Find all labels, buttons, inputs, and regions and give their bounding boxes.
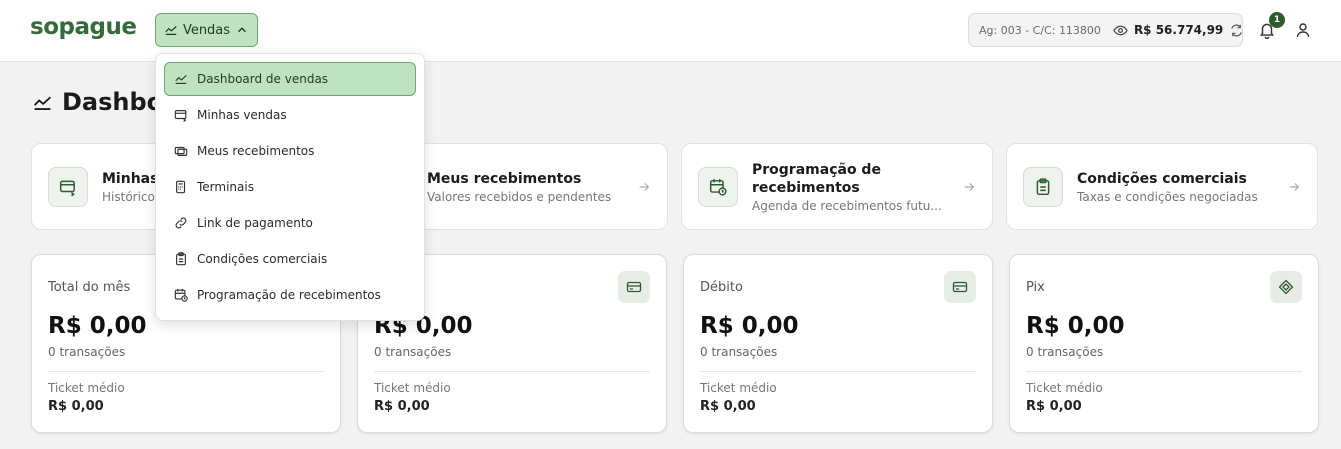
credit-card-icon — [618, 271, 650, 303]
menu-item-label: Terminais — [197, 180, 254, 194]
menu-item-programacao-recebimentos[interactable]: Programação de recebimentos — [164, 278, 416, 312]
divider — [48, 371, 324, 372]
chart-line-icon — [165, 26, 177, 35]
stat-count: 0 transações — [1026, 345, 1104, 359]
stat-label: Débito — [700, 280, 743, 295]
refresh-icon[interactable] — [1229, 23, 1244, 38]
account-info: Ag: 003 - C/C: 113800 — [979, 23, 1101, 37]
card-arrow-icon — [174, 110, 187, 122]
stat-card-debito: Débito R$ 0,00 0 transações Ticket médio… — [683, 254, 993, 433]
nav-card-subtitle: Agenda de recebimentos futu... — [752, 198, 942, 213]
stat-label: Total do mês — [48, 280, 131, 295]
nav-card-title: Condições comerciais — [1077, 170, 1247, 187]
vendas-dropdown-menu: Dashboard de vendas Minhas vendas Meus r… — [155, 53, 425, 321]
nav-card-title: Meus recebimentos — [427, 170, 582, 187]
ticket-value: R$ 0,00 — [700, 399, 756, 414]
chevron-up-icon — [238, 27, 247, 33]
page-title-text: Dashbo — [62, 88, 164, 116]
ticket-label: Ticket médio — [48, 381, 125, 395]
ticket-value: R$ 0,00 — [374, 399, 430, 414]
menu-item-label: Dashboard de vendas — [197, 72, 329, 86]
menu-item-label: Minhas vendas — [197, 108, 287, 122]
clipboard-icon — [1023, 166, 1063, 207]
stat-label: Pix — [1026, 280, 1045, 295]
eye-icon[interactable] — [1113, 23, 1128, 38]
ticket-value: R$ 0,00 — [48, 399, 104, 414]
account-balance-box: Ag: 003 - C/C: 113800 R$ 56.774,99 — [968, 13, 1243, 47]
nav-card-condicoes-comerciais[interactable]: Condições comerciais Taxas e condições n… — [1006, 143, 1318, 230]
calendar-clock-icon — [698, 166, 738, 207]
arrow-right-icon — [964, 182, 975, 191]
stat-amount: R$ 0,00 — [1026, 313, 1125, 339]
terminal-icon — [176, 180, 186, 194]
link-icon — [175, 217, 187, 229]
cards-icon — [174, 146, 188, 156]
nav-card-title: Programação de recebimentos — [752, 161, 881, 196]
menu-item-label: Programação de recebimentos — [197, 288, 381, 302]
ticket-value: R$ 0,00 — [1026, 399, 1082, 414]
user-icon[interactable] — [1295, 22, 1311, 38]
menu-item-minhas-vendas[interactable]: Minhas vendas — [164, 98, 416, 132]
stat-amount: R$ 0,00 — [48, 313, 147, 339]
ticket-label: Ticket médio — [374, 381, 451, 395]
chart-line-icon — [33, 96, 51, 110]
menu-item-meus-recebimentos[interactable]: Meus recebimentos — [164, 134, 416, 168]
nav-card-programacao-recebimentos[interactable]: Programação de recebimentos Agenda de re… — [681, 143, 993, 230]
nav-card-subtitle: Taxas e condições negociadas — [1077, 189, 1258, 204]
stat-count: 0 transações — [700, 345, 778, 359]
menu-item-terminais[interactable]: Terminais — [164, 170, 416, 204]
menu-item-label: Meus recebimentos — [197, 144, 315, 158]
stat-count: 0 transações — [374, 345, 452, 359]
divider — [1026, 371, 1302, 372]
menu-item-link-pagamento[interactable]: Link de pagamento — [164, 206, 416, 240]
divider — [700, 371, 976, 372]
ticket-label: Ticket médio — [1026, 381, 1103, 395]
divider — [374, 371, 650, 372]
sopague-logo[interactable]: sopague — [30, 14, 137, 40]
page-title: Dashbo — [32, 88, 163, 116]
stat-count: 0 transações — [48, 345, 126, 359]
chart-line-icon — [175, 75, 187, 84]
clipboard-icon — [176, 252, 186, 266]
pix-icon — [1270, 271, 1302, 303]
arrow-right-icon — [639, 182, 650, 191]
calendar-clock-icon — [174, 288, 188, 302]
menu-item-condicoes-comerciais[interactable]: Condições comerciais — [164, 242, 416, 276]
menu-item-dashboard-vendas[interactable]: Dashboard de vendas — [164, 62, 416, 96]
card-arrow-icon — [48, 166, 88, 207]
nav-card-subtitle: Valores recebidos e pendentes — [427, 189, 612, 204]
balance-value: R$ 56.774,99 — [1133, 23, 1224, 37]
vendas-menu-label: Vendas — [182, 22, 231, 38]
debit-card-icon — [944, 271, 976, 303]
ticket-label: Ticket médio — [700, 381, 777, 395]
stat-amount: R$ 0,00 — [700, 313, 799, 339]
arrow-right-icon — [1289, 182, 1300, 191]
menu-item-label: Condições comerciais — [197, 252, 328, 266]
stat-card-pix: Pix R$ 0,00 0 transações Ticket médio R$… — [1009, 254, 1319, 433]
menu-item-label: Link de pagamento — [197, 216, 313, 230]
vendas-menu-button[interactable]: Vendas — [155, 13, 258, 47]
notification-badge: 1 — [1269, 12, 1285, 28]
